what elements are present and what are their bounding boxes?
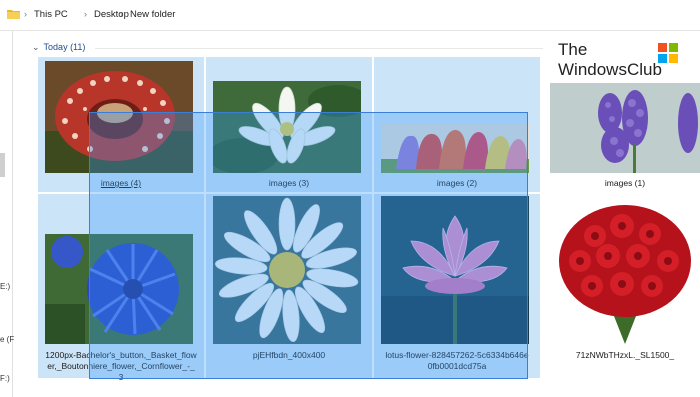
file-thumbnail — [550, 196, 700, 344]
logo-text-line1: The — [558, 40, 588, 59]
file-thumbnail — [550, 83, 700, 173]
chevron-right-icon: › — [24, 9, 27, 19]
chevron-right-icon: › — [84, 9, 87, 19]
address-bar[interactable]: › This PC › Desktop › New folder — [0, 0, 700, 31]
nav-item-drive[interactable]: F:) — [0, 374, 10, 383]
group-label: Today (11) — [43, 42, 86, 52]
group-divider — [95, 48, 543, 49]
logo-text-line2: WindowsClub — [558, 60, 662, 79]
breadcrumb-desktop[interactable]: Desktop — [94, 9, 129, 20]
chevron-right-icon: › — [120, 9, 123, 19]
windowsclub-logo: The WindowsClub — [558, 41, 684, 85]
nav-scrollbar[interactable] — [0, 153, 5, 177]
windows-logo-icon — [658, 43, 678, 63]
selection-marquee — [89, 112, 528, 379]
file-name: images (1) — [604, 178, 646, 188]
navigation-pane[interactable]: E:) e (F F:) — [0, 31, 14, 397]
breadcrumb-this-pc[interactable]: This PC — [34, 9, 68, 20]
breadcrumb-new-folder[interactable]: New folder — [130, 9, 175, 20]
group-header-today[interactable]: ⌄ Today (11) — [32, 42, 85, 53]
nav-item-drive[interactable]: E:) — [0, 282, 10, 291]
chevron-down-icon: ⌄ — [32, 42, 40, 52]
file-name: 71zNWbTHzxL._SL1500_ — [575, 350, 675, 360]
nav-item-drive[interactable]: e (F — [0, 335, 14, 344]
folder-icon — [7, 10, 20, 19]
file-tile-roses[interactable]: 71zNWbTHzxL._SL1500_ — [544, 194, 700, 378]
